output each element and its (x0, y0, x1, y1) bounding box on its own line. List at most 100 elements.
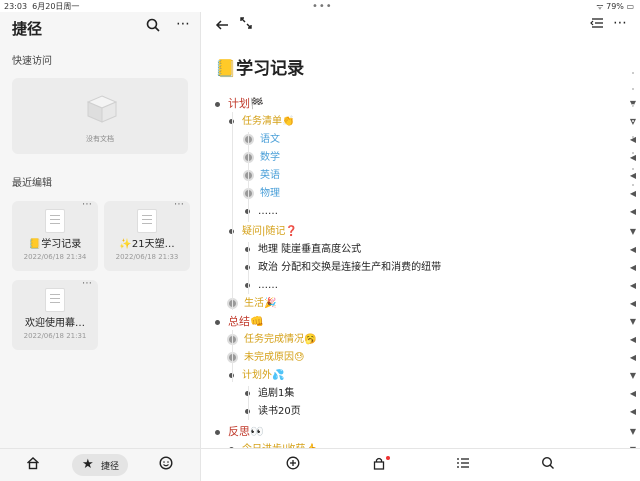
status-right: ᯤ 79% ▭ (596, 1, 634, 12)
outline-item[interactable]: 任务完成情况🥱 (229, 332, 316, 348)
outline-item[interactable]: 追剧1集 (245, 386, 294, 402)
expand-arrow-icon[interactable]: ◀ (630, 335, 636, 344)
outline-item-text: 任务清单👏 (242, 116, 295, 127)
wifi-icon: ᯤ (596, 2, 604, 11)
recent-doc-card[interactable]: ⋯ 📒学习记录 2022/06/18 21:34 (12, 199, 98, 271)
star-icon: ★ (82, 457, 94, 472)
outline-item-text: 地理 陡崖垂直高度公式 (258, 244, 362, 255)
outline-item[interactable]: 语文 (245, 132, 280, 148)
recent-label: 最近编辑 (12, 178, 52, 189)
outline-item[interactable]: 政治 分配和交换是连接生产和消费的纽带 (245, 260, 441, 276)
outline-item-text: 反思👀 (228, 425, 264, 438)
outline-item[interactable]: …… (245, 204, 278, 220)
doc-name: ✨21天塑… (119, 239, 175, 250)
collapse-arrow-icon[interactable]: ▼ (630, 371, 636, 380)
sidebar-tabbar: ★ 捷径 (0, 449, 201, 481)
expand-arrow-icon[interactable]: ◀ (630, 281, 636, 290)
outline-item[interactable]: 生活🎉 (229, 296, 276, 312)
outline-icon[interactable] (590, 17, 604, 33)
home-icon[interactable] (26, 456, 40, 474)
outline-item[interactable]: 计划外💦 (229, 368, 284, 384)
outline-guide-line (248, 132, 249, 222)
outline-guide-line (248, 386, 249, 420)
outline-bullet[interactable] (215, 319, 220, 325)
outline-item[interactable]: 地理 陡崖垂直高度公式 (245, 242, 361, 258)
outline-item-text: 总结👊 (228, 315, 264, 328)
tab-shortcut[interactable]: ★ 捷径 (72, 454, 128, 476)
sidebar: 捷径 ⋯ 快速访问 没有文档 最近编辑 ⋯ 📒学习记录 2022/06/18 2… (0, 12, 201, 448)
outline-item[interactable]: 英语 (245, 168, 280, 184)
outline-item-text: 语文 (260, 134, 280, 145)
scroll-indicator (632, 72, 634, 212)
card-more-icon[interactable]: ⋯ (82, 278, 92, 289)
document-icon (45, 288, 65, 312)
lock-icon[interactable] (372, 456, 386, 474)
expand-arrow-icon[interactable]: ◀ (630, 263, 636, 272)
doc-date: 2022/06/18 21:31 (23, 332, 87, 340)
battery-text: 79% (606, 2, 624, 11)
outline-guide-line (232, 112, 233, 310)
search-icon[interactable] (146, 18, 160, 36)
outline-guide-line (232, 330, 233, 382)
list-format-icon[interactable] (456, 456, 470, 474)
expand-arrow-icon[interactable]: ◀ (630, 353, 636, 362)
notification-dot (386, 456, 390, 460)
recent-doc-card[interactable]: ⋯ ✨21天塑… 2022/06/18 21:33 (104, 199, 190, 271)
expand-icon[interactable] (239, 16, 253, 34)
outline-item[interactable]: 任务清单👏 (229, 114, 294, 130)
back-arrow-icon[interactable] (215, 18, 229, 36)
outline-bullet[interactable] (215, 101, 220, 107)
recent-doc-card[interactable]: ⋯ 欢迎使用幕… 2022/06/18 21:31 (12, 278, 98, 350)
outline-item-text: 任务完成情况🥱 (244, 334, 317, 345)
expand-arrow-icon[interactable]: ◀ (630, 407, 636, 416)
collapse-arrow-icon[interactable]: ▼ (630, 427, 636, 436)
outline-item[interactable]: 反思👀 (215, 424, 264, 440)
quick-access-empty: 没有文档 (12, 78, 188, 154)
card-more-icon[interactable]: ⋯ (82, 199, 92, 210)
outline-item[interactable]: 物理 (245, 186, 280, 202)
doc-name: 📒学习记录 (28, 239, 82, 250)
doc-title: 📒学习记录 (215, 59, 305, 79)
tab-shortcut-label: 捷径 (101, 462, 120, 472)
expand-arrow-icon[interactable]: ◀ (630, 299, 636, 308)
outline-item[interactable]: 计划🏁 (215, 96, 264, 112)
sidebar-title: 捷径 (12, 20, 43, 38)
doc-name: 欢迎使用幕… (25, 318, 85, 329)
expand-arrow-icon[interactable]: ◀ (630, 245, 636, 254)
battery-icon: ▭ (626, 2, 634, 11)
collapse-arrow-icon[interactable]: ▼ (630, 227, 636, 236)
add-icon[interactable] (286, 456, 300, 474)
outline-item[interactable]: 读书20页 (245, 404, 301, 420)
search-icon[interactable] (541, 456, 555, 474)
outline-item-text: 英语 (260, 170, 280, 181)
smiley-icon[interactable] (159, 456, 173, 474)
card-more-icon[interactable]: ⋯ (174, 199, 184, 210)
outline-bullet[interactable] (215, 429, 220, 435)
outline-item-text: 政治 分配和交换是连接生产和消费的纽带 (258, 262, 442, 273)
outline-item-text: 计划外💦 (242, 370, 285, 381)
multitask-dots-icon[interactable]: ••• (312, 1, 333, 12)
collapse-arrow-icon[interactable]: ▼ (630, 317, 636, 326)
more-icon[interactable]: ⋯ (613, 15, 628, 31)
bottom-bar: ★ 捷径 (0, 448, 640, 481)
document-pane: ⋯ 📒学习记录 计划🏁 ▼ 任务清单👏 ▼ 语文 ◀ 数学 ◀ 英语 ◀ 物理 ◀ …… ◀ 疑问|随记❓ ▼… (201, 12, 640, 455)
outline-item[interactable]: 疑问|随记❓ (229, 224, 298, 240)
outline-item[interactable]: 未完成原因😓 (229, 350, 304, 366)
more-icon[interactable]: ⋯ (176, 16, 191, 32)
outline-guide-line (248, 242, 249, 294)
outline-item[interactable]: 总结👊 (215, 314, 264, 330)
expand-arrow-icon[interactable]: ◀ (630, 389, 636, 398)
outline-item[interactable]: 数学 (245, 150, 280, 166)
outline-item-text: 未完成原因😓 (244, 352, 305, 363)
document-icon (45, 209, 65, 233)
empty-box-icon (84, 92, 120, 124)
doc-date: 2022/06/18 21:34 (23, 253, 87, 261)
outline-item[interactable]: …… (245, 278, 278, 294)
outline-item-text: …… (258, 206, 278, 217)
outline-item-text: 疑问|随记❓ (242, 226, 298, 237)
empty-text: 没有文档 (86, 135, 114, 143)
outline-item-text: 物理 (260, 188, 280, 199)
outline-item-text: 读书20页 (258, 406, 301, 417)
doc-date: 2022/06/18 21:33 (115, 253, 179, 261)
outline-item-text: 数学 (260, 152, 280, 163)
